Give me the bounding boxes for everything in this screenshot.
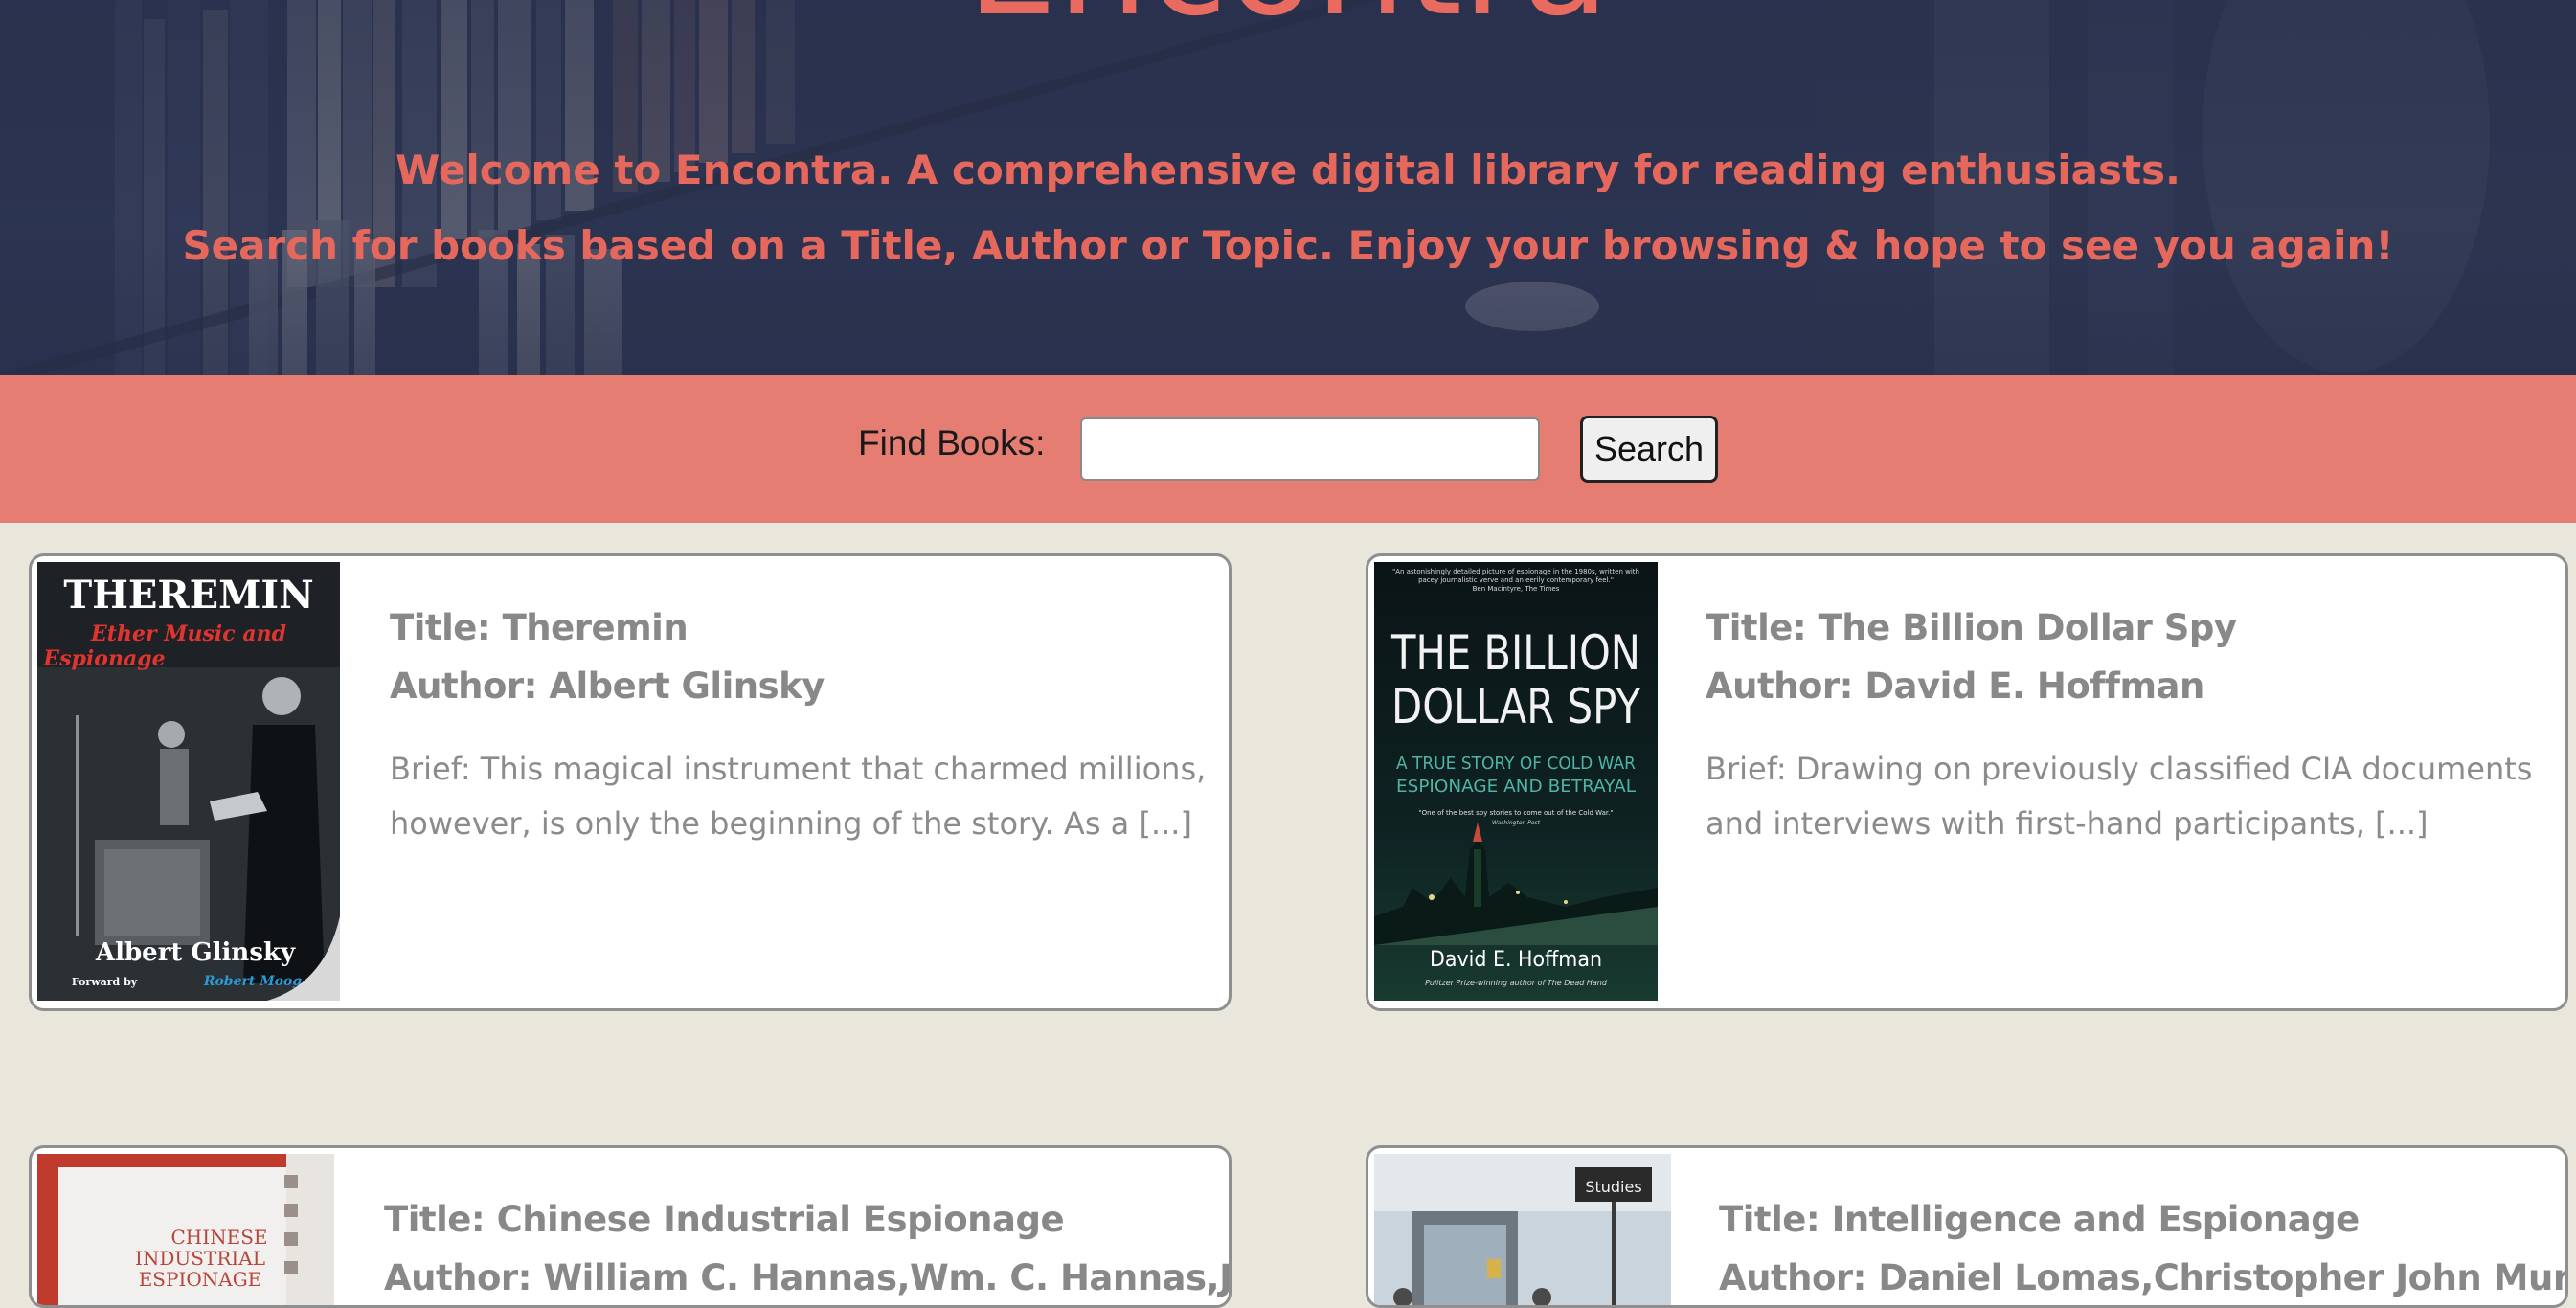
book-author: Author: Daniel Lomas,Christopher John Mu… (1719, 1257, 2568, 1298)
svg-text:Pulitzer Prize-winning author: Pulitzer Prize-winning author of The Dea… (1425, 979, 1608, 987)
book-cover[interactable]: Studies (1374, 1154, 1671, 1305)
book-card[interactable]: THEREMIN Ether Music and Espionage Alber… (29, 553, 1232, 1011)
book-cover[interactable]: THEREMIN Ether Music and Espionage Alber… (37, 562, 340, 1001)
book-title[interactable]: Title: The Billion Dollar Spy (1706, 598, 2548, 657)
book-author: Author: David E. Hoffman (1706, 665, 2204, 707)
book-brief: Brief: This magical instrument that char… (390, 751, 1207, 842)
book-info: Title: Theremin Author: Albert Glinsky B… (390, 598, 1213, 851)
hero-banner: Encontra Welcome to Encontra. A comprehe… (0, 0, 2576, 375)
svg-text:ESPIONAGE AND BETRAYAL: ESPIONAGE AND BETRAYAL (1396, 777, 1636, 797)
site-title: Encontra (0, 0, 2576, 36)
book-info: Title: The Billion Dollar Spy Author: Da… (1706, 598, 2548, 851)
book-info: Title: Chinese Industrial Espionage Auth… (384, 1190, 1232, 1305)
svg-text:INDUSTRIAL: INDUSTRIAL (135, 1247, 265, 1270)
book-author: Author: Albert Glinsky (390, 665, 825, 707)
book-author: Author: William C. Hannas,Wm. C. Hannas,… (384, 1257, 1232, 1298)
svg-text:"One of the best spy stories t: "One of the best spy stories to come out… (1418, 809, 1613, 817)
svg-text:CHINESE: CHINESE (170, 1226, 267, 1249)
search-button[interactable]: Search (1580, 416, 1718, 483)
book-title[interactable]: Title: Chinese Industrial Espionage (384, 1190, 1217, 1249)
search-label: Find Books: (858, 423, 1046, 462)
svg-text:THE BILLION: THE BILLION (1390, 625, 1640, 681)
search-bar: Find Books: Search (0, 375, 2576, 523)
cover-title: THEREMIN (63, 573, 313, 618)
welcome-line-1: Welcome to Encontra. A comprehensive dig… (395, 147, 2181, 193)
book-brief: Brief: Drawing on previously classified … (1706, 751, 2533, 842)
book-title[interactable]: Title: Theremin (390, 598, 1213, 657)
svg-text:David E. Hoffman: David E. Hoffman (1430, 948, 1602, 972)
book-cover[interactable]: "An astonishingly detailed picture of es… (1374, 562, 1658, 1001)
cover-author: Albert Glinsky (95, 938, 296, 967)
book-info: Title: Intelligence and Espionage Author… (1719, 1190, 2568, 1305)
svg-text:ESPIONAGE: ESPIONAGE (139, 1268, 262, 1291)
svg-text:Washington Post: Washington Post (1492, 820, 1541, 826)
svg-text:Forward by: Forward by (72, 976, 138, 988)
welcome-line-2: Search for books based on a Title, Autho… (182, 222, 2394, 269)
book-title[interactable]: Title: Intelligence and Espionage (1719, 1190, 2552, 1249)
book-card[interactable]: Studies Title: Intelligence and Espionag… (1366, 1145, 2568, 1308)
svg-text:A TRUE STORY OF COLD WAR: A TRUE STORY OF COLD WAR (1396, 754, 1636, 774)
svg-text:Espionage: Espionage (42, 646, 165, 671)
svg-text:DOLLAR SPY: DOLLAR SPY (1391, 679, 1640, 734)
svg-text:Robert Moog: Robert Moog (203, 974, 303, 989)
search-input[interactable] (1080, 417, 1540, 481)
book-card[interactable]: CHINESE INDUSTRIAL ESPIONAGE Title: Chin… (29, 1145, 1232, 1308)
book-card[interactable]: "An astonishingly detailed picture of es… (1366, 553, 2568, 1011)
svg-text:Ether Music and: Ether Music and (90, 621, 286, 646)
book-cover[interactable]: CHINESE INDUSTRIAL ESPIONAGE (37, 1154, 334, 1305)
svg-text:Studies: Studies (1585, 1178, 1641, 1196)
